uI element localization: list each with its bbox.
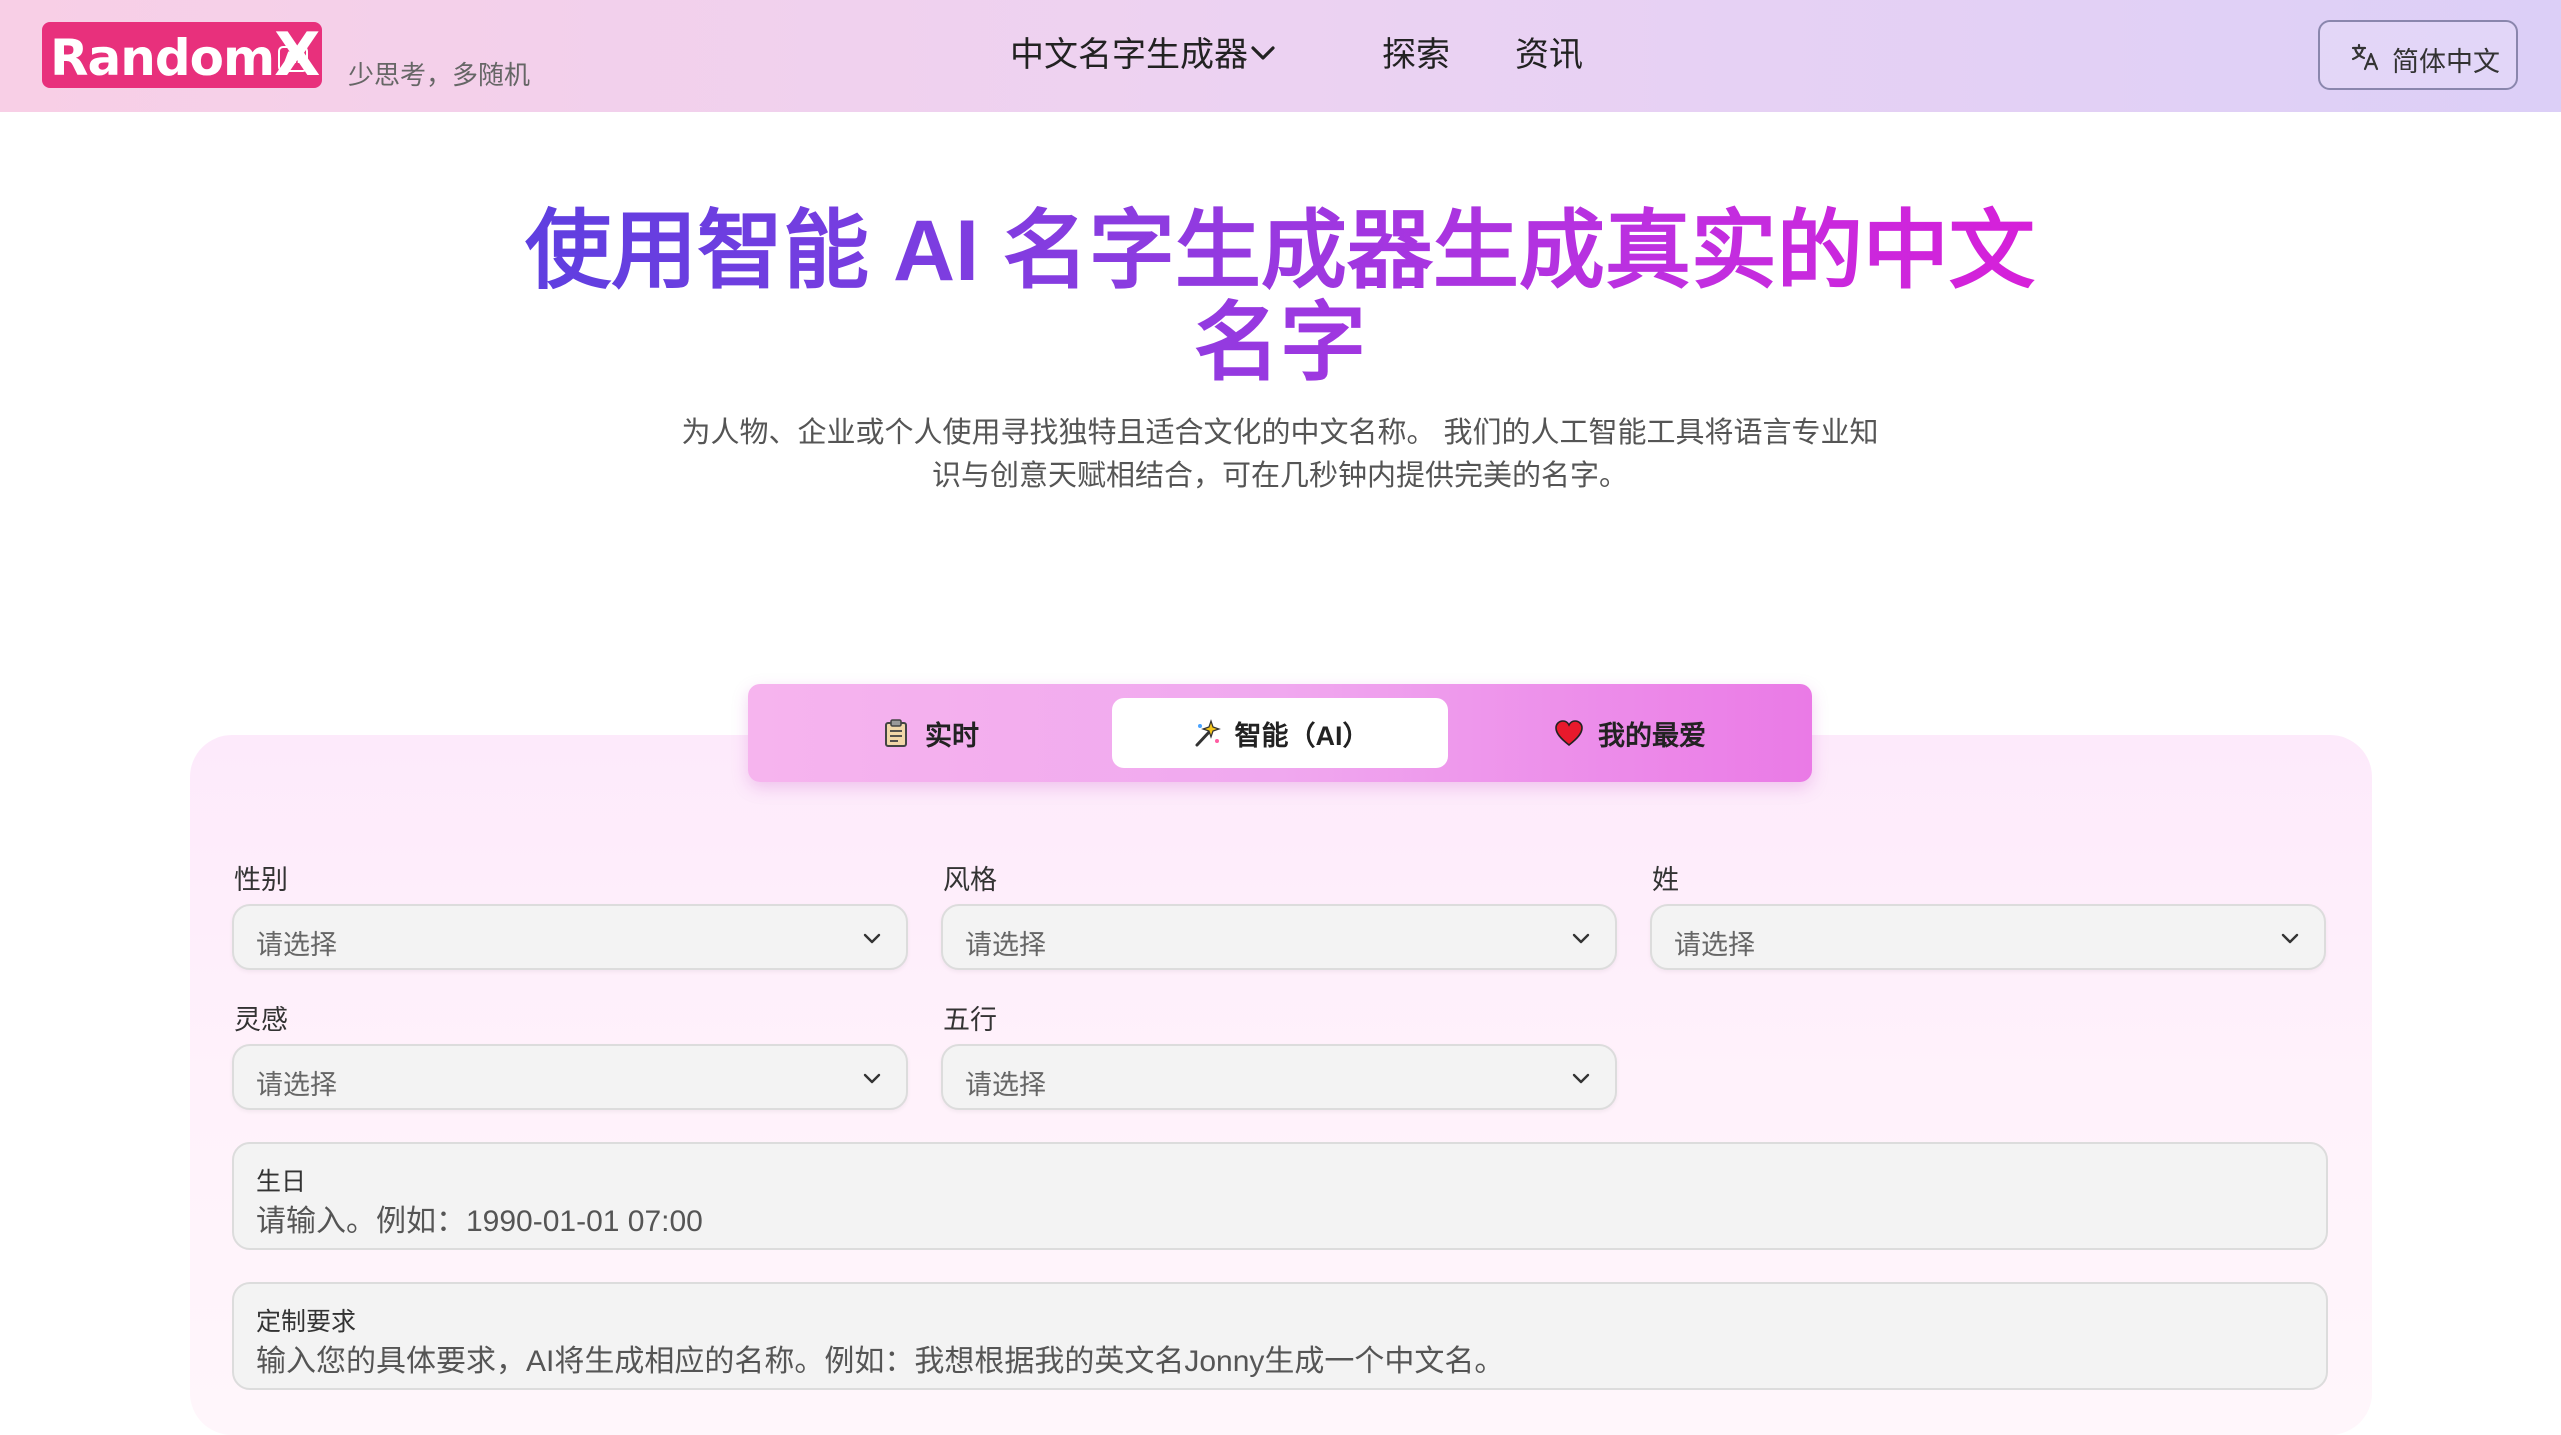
mode-tabs: 实时 智能（AI） 我的最爱 xyxy=(748,684,1812,782)
nav-news[interactable]: 资讯 xyxy=(1515,32,1583,78)
chevron-down-icon xyxy=(1572,933,1590,944)
language-label: 简体中文 xyxy=(2392,47,2500,77)
inspiration-select[interactable]: 请选择 xyxy=(232,1044,908,1110)
inspiration-placeholder: 请选择 xyxy=(256,1070,337,1100)
nav-generator-dropdown[interactable]: 中文名字生成器 xyxy=(1010,32,1248,78)
surname-placeholder: 请选择 xyxy=(1674,930,1755,960)
nav-explore[interactable]: 探索 xyxy=(1382,32,1450,78)
tab-realtime-label: 实时 xyxy=(925,720,979,751)
gender-select[interactable]: 请选择 xyxy=(232,904,908,970)
custom-requirements-field[interactable]: 定制要求 输入您的具体要求，AI将生成相应的名称。例如：我想根据我的英文名Jon… xyxy=(232,1282,2328,1390)
tab-ai[interactable]: 智能（AI） xyxy=(1112,698,1448,768)
surname-label: 姓 xyxy=(1652,865,1679,895)
tagline: 少思考，多随机 xyxy=(348,60,531,90)
chevron-down-icon[interactable] xyxy=(1250,44,1276,62)
surname-select[interactable]: 请选择 xyxy=(1650,904,2326,970)
page-subtitle: 为人物、企业或个人使用寻找独特且适合文化的中文名称。 我们的人工智能工具将语言专… xyxy=(680,412,1880,498)
language-switch-button[interactable]: 简体中文 xyxy=(2318,20,2518,90)
page-subtitle-line-1: 为人物、企业或个人使用寻找独特且适合文化的中文名称。 我们的人工智能工具将语言专… xyxy=(681,417,1879,449)
birthday-field[interactable]: 生日 请输入。例如：1990-01-01 07:00 xyxy=(232,1142,2328,1250)
logo-ai-badge: AI xyxy=(278,46,308,72)
page-title: 使用智能 AI 名字生成器生成真实的中文 名字 xyxy=(480,205,2080,389)
sparkle-wand-icon xyxy=(1195,719,1221,747)
tab-favorites-label: 我的最爱 xyxy=(1598,720,1706,751)
style-label: 风格 xyxy=(943,865,997,895)
chevron-down-icon xyxy=(1572,1073,1590,1084)
custom-requirements-placeholder: 输入您的具体要求，AI将生成相应的名称。例如：我想根据我的英文名Jonny生成一… xyxy=(256,1345,1505,1378)
style-select[interactable]: 请选择 xyxy=(941,904,1617,970)
chevron-down-icon xyxy=(2281,933,2299,944)
page-title-line-2: 名字 xyxy=(1194,295,1366,391)
gender-label: 性别 xyxy=(234,865,288,895)
gender-placeholder: 请选择 xyxy=(256,930,337,960)
clipboard-icon xyxy=(885,719,907,747)
logo-text: Random xyxy=(50,29,275,87)
page-title-line-1: 使用智能 AI 名字生成器生成真实的中文 xyxy=(525,203,2035,299)
birthday-placeholder: 请输入。例如：1990-01-01 07:00 xyxy=(256,1205,703,1238)
five-elements-select[interactable]: 请选择 xyxy=(941,1044,1617,1110)
five-elements-label: 五行 xyxy=(943,1005,997,1035)
tab-favorites[interactable]: 我的最爱 xyxy=(1462,698,1798,768)
birthday-label: 生日 xyxy=(256,1168,307,1196)
tab-realtime[interactable]: 实时 xyxy=(762,698,1098,768)
page-subtitle-line-2: 识与创意天赋相结合，可在几秒钟内提供完美的名字。 xyxy=(931,460,1628,492)
five-elements-placeholder: 请选择 xyxy=(965,1070,1046,1100)
custom-requirements-label: 定制要求 xyxy=(256,1308,357,1336)
chevron-down-icon xyxy=(863,933,881,944)
brand-logo[interactable]: RandomX AI xyxy=(42,22,322,88)
style-placeholder: 请选择 xyxy=(965,930,1046,960)
top-nav-bar: RandomX AI 少思考，多随机 中文名字生成器 探索 资讯 简体中文 xyxy=(0,0,2561,112)
inspiration-label: 灵感 xyxy=(234,1005,288,1035)
chevron-down-icon xyxy=(863,1073,881,1084)
heart-icon xyxy=(1555,720,1583,747)
translate-icon xyxy=(2351,43,2379,71)
tab-ai-label: 智能（AI） xyxy=(1234,720,1370,751)
